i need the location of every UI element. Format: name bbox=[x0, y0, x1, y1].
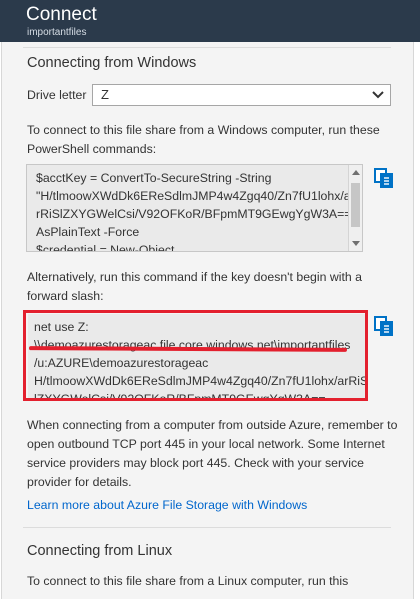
outside-azure-note-line: service providers may block port 445. Ch… bbox=[27, 456, 364, 470]
powershell-line: rRiSlZXYGWelCsi/V92OFKoR/BFpmMT9GEwgYgW3… bbox=[36, 207, 363, 221]
powershell-line: $acctKey = ConvertTo-SecureString -Strin… bbox=[36, 171, 272, 185]
powershell-line: AsPlainText -Force bbox=[36, 225, 140, 239]
alternative-intro-line-1: Alternatively, run this command if the k… bbox=[27, 270, 362, 284]
blade-title: Connect bbox=[26, 4, 97, 25]
outside-azure-note-line: open outbound TCP port 445 in your local… bbox=[27, 437, 385, 451]
drive-letter-value: Z bbox=[101, 87, 109, 102]
chevron-down-icon bbox=[372, 91, 384, 99]
copy-icon[interactable] bbox=[373, 315, 395, 337]
copy-icon[interactable] bbox=[373, 167, 395, 189]
blade-header: Connect importantfiles bbox=[0, 0, 420, 42]
powershell-scrollbar[interactable] bbox=[348, 165, 362, 251]
outside-azure-note-line: provider for details. bbox=[27, 475, 132, 489]
divider bbox=[23, 47, 391, 48]
scroll-down-arrow-icon[interactable] bbox=[352, 241, 360, 246]
drive-letter-select[interactable]: Z bbox=[92, 84, 391, 106]
powershell-intro-line-2: PowerShell commands: bbox=[27, 142, 157, 156]
scroll-up-arrow-icon[interactable] bbox=[352, 170, 360, 175]
divider bbox=[23, 527, 391, 528]
powershell-intro-line-1: To connect to this file share from a Win… bbox=[27, 123, 380, 137]
drive-letter-label: Drive letter bbox=[27, 88, 87, 102]
powershell-line: $credential = New-Object bbox=[36, 243, 175, 252]
powershell-command-box[interactable]: $acctKey = ConvertTo-SecureString -Strin… bbox=[26, 164, 363, 252]
outside-azure-note-line: When connecting from a computer from out… bbox=[27, 418, 398, 432]
red-highlight-box bbox=[23, 310, 368, 401]
learn-more-windows-link[interactable]: Learn more about Azure File Storage with… bbox=[27, 498, 307, 512]
alternative-intro-line-2: forward slash: bbox=[27, 289, 104, 303]
blade-subtitle: importantfiles bbox=[27, 27, 87, 38]
section-heading-windows: Connecting from Windows bbox=[27, 55, 197, 71]
linux-intro-line: To connect to this file share from a Lin… bbox=[27, 574, 349, 588]
scrollbar-thumb[interactable] bbox=[351, 183, 360, 227]
powershell-line: "H/tlmoowXWdDk6EReSdlmJMP4w4Zgq40/Zn7fU1… bbox=[36, 189, 351, 203]
section-heading-linux: Connecting from Linux bbox=[27, 543, 173, 559]
